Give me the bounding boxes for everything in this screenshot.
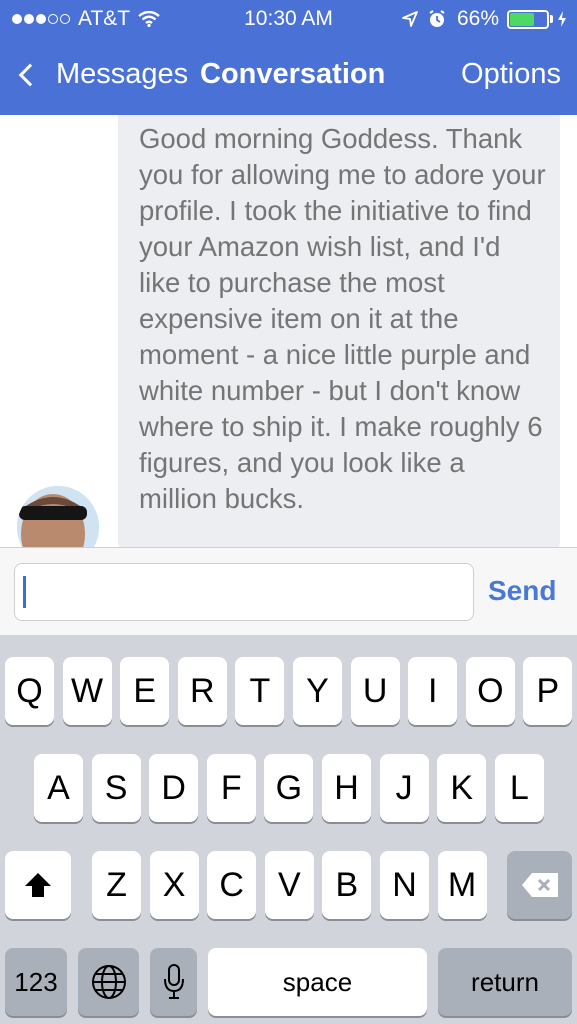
key-s[interactable]: S [91,754,141,822]
key-t[interactable]: T [235,657,285,725]
options-button[interactable]: Options [461,58,561,91]
microphone-icon [163,964,184,999]
key-o[interactable]: O [465,657,515,725]
key-j[interactable]: J [379,754,429,822]
return-key[interactable]: return [438,948,572,1016]
battery-level [510,12,534,26]
avatar[interactable] [17,486,99,547]
space-key[interactable]: space [208,948,427,1016]
page-title: Conversation [200,58,386,90]
keyboard: QWERTYUIOP ASDFGHJKL ZXCVBNM 123 space r… [0,635,577,1024]
status-right: 66% [401,7,567,31]
backspace-icon [521,873,558,897]
key-l[interactable]: L [494,754,544,822]
shift-key[interactable] [5,851,71,919]
key-q[interactable]: Q [5,657,54,725]
key-h[interactable]: H [322,754,371,822]
battery-icon [507,9,549,29]
globe-icon [91,965,126,999]
key-f[interactable]: F [206,754,256,822]
key-b[interactable]: B [322,851,372,919]
message-bubble: Good morning Goddess. Thank you for allo… [118,115,560,547]
key-n[interactable]: N [380,851,429,919]
app-header: AT&T 10:30 AM 66% Messages Conversation … [0,0,577,115]
navigation-bar: Messages Conversation Options [0,44,577,110]
message-text: Good morning Goddess. Thank you for allo… [139,123,546,514]
status-bar: AT&T 10:30 AM 66% [0,0,577,38]
send-button[interactable]: Send [488,575,556,607]
battery-percent: 66% [456,7,499,30]
back-button[interactable]: Messages [16,58,188,91]
globe-key[interactable] [78,948,139,1016]
back-label: Messages [56,58,189,90]
location-arrow-icon [402,11,418,27]
text-caret [23,576,26,608]
key-d[interactable]: D [149,754,199,822]
battery-tip [550,15,553,23]
key-r[interactable]: R [177,657,227,725]
key-p[interactable]: P [523,657,573,725]
key-m[interactable]: M [437,851,487,919]
compose-bar: Send [0,547,577,635]
key-g[interactable]: G [264,754,314,822]
key-w[interactable]: W [62,657,112,725]
avatar-photo [17,486,99,547]
key-k[interactable]: K [437,754,487,822]
chevron-left-icon [18,63,42,86]
shift-arrow-icon [25,873,51,897]
key-z[interactable]: Z [92,851,141,919]
numbers-key[interactable]: 123 [5,948,67,1016]
key-i[interactable]: I [408,657,458,725]
key-x[interactable]: X [149,851,199,919]
delete-key[interactable] [507,851,572,919]
key-a[interactable]: A [34,754,83,822]
key-c[interactable]: C [207,851,257,919]
charging-bolt-icon [558,11,566,27]
message-input[interactable] [14,563,474,621]
key-v[interactable]: V [264,851,314,919]
message-list[interactable]: Good morning Goddess. Thank you for allo… [0,115,577,547]
alarm-icon [429,10,445,27]
key-y[interactable]: Y [293,657,342,725]
key-u[interactable]: U [350,657,400,725]
key-e[interactable]: E [120,657,170,725]
microphone-key[interactable] [150,948,197,1016]
